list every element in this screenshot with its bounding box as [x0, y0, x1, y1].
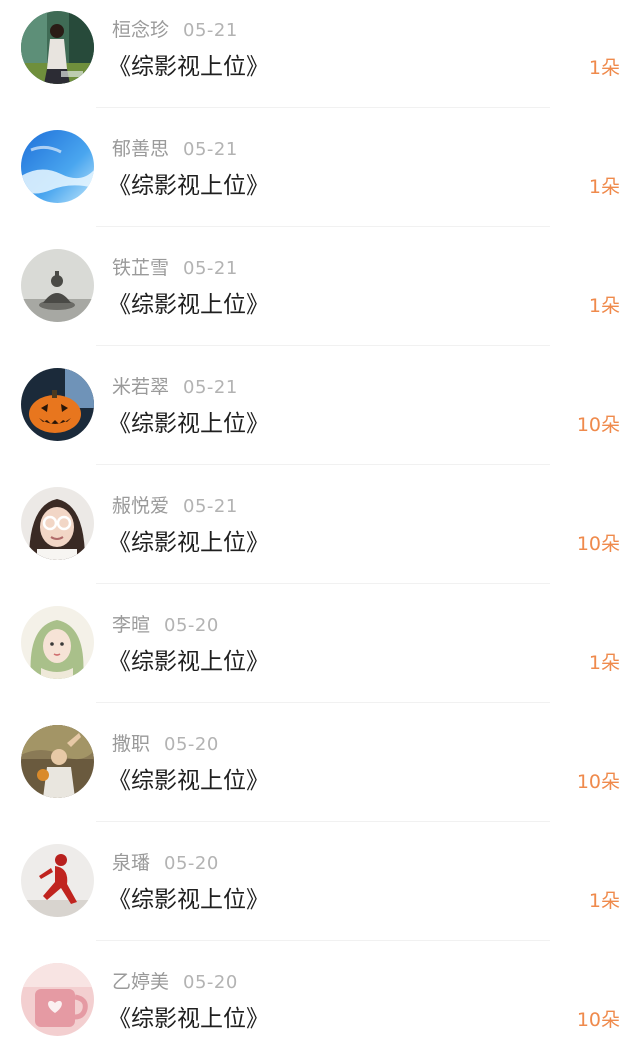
reward-list: 桓念珍 05-21 《综影视上位》 1朵 郁善思 05-21 《综影视上位》 1… [0, 0, 640, 1063]
flower-count: 1朵 [588, 176, 620, 198]
avatar[interactable] [21, 963, 94, 1036]
item-date: 05-21 [183, 377, 238, 398]
avatar-child-outdoor-icon [21, 725, 94, 798]
user-name[interactable]: 泉璠 [112, 852, 150, 874]
avatar[interactable] [21, 844, 94, 917]
item-date: 05-21 [183, 20, 238, 41]
list-item[interactable]: 李暄 05-20 《综影视上位》 1朵 [0, 595, 640, 714]
item-meta: 撒职 05-20 [112, 730, 219, 758]
book-title[interactable]: 《综影视上位》 [108, 526, 269, 560]
item-meta: 桓念珍 05-21 [112, 16, 238, 44]
item-date: 05-20 [164, 853, 219, 874]
divider [96, 702, 550, 703]
flower-count: 10朵 [576, 1009, 620, 1031]
user-name[interactable]: 铁芷雪 [112, 257, 169, 279]
item-meta: 乙婷美 05-20 [112, 968, 238, 996]
divider [96, 107, 550, 108]
avatar[interactable] [21, 130, 94, 203]
avatar[interactable] [21, 606, 94, 679]
flower-count: 10朵 [576, 414, 620, 436]
user-name[interactable]: 米若翠 [112, 376, 169, 398]
list-item[interactable]: 米若翠 05-21 《综影视上位》 10朵 [0, 357, 640, 476]
item-date: 05-20 [183, 972, 238, 993]
book-title[interactable]: 《综影视上位》 [108, 645, 269, 679]
avatar-pumpkin-icon [21, 368, 94, 441]
user-name[interactable]: 李暄 [112, 614, 150, 636]
item-meta: 泉璠 05-20 [112, 849, 219, 877]
list-item[interactable]: 桓念珍 05-21 《综影视上位》 1朵 [0, 0, 640, 119]
avatar-blue-sky-icon [21, 130, 94, 203]
item-date: 05-21 [183, 496, 238, 517]
user-name[interactable]: 撒职 [112, 733, 150, 755]
divider [96, 583, 550, 584]
flower-count: 1朵 [588, 652, 620, 674]
item-meta: 郁善思 05-21 [112, 135, 238, 163]
flower-count: 10朵 [576, 533, 620, 555]
user-name[interactable]: 乙婷美 [112, 971, 169, 993]
item-date: 05-20 [164, 615, 219, 636]
avatar[interactable] [21, 487, 94, 560]
avatar-buddha-statue-icon [21, 249, 94, 322]
list-item[interactable]: 撒职 05-20 《综影视上位》 10朵 [0, 714, 640, 833]
book-title[interactable]: 《综影视上位》 [108, 288, 269, 322]
user-name[interactable]: 郁善思 [112, 138, 169, 160]
book-title[interactable]: 《综影视上位》 [108, 764, 269, 798]
item-meta: 铁芷雪 05-21 [112, 254, 238, 282]
divider [96, 226, 550, 227]
divider [96, 464, 550, 465]
book-title[interactable]: 《综影视上位》 [108, 169, 269, 203]
item-meta: 李暄 05-20 [112, 611, 219, 639]
avatar[interactable] [21, 725, 94, 798]
avatar[interactable] [21, 11, 94, 84]
flower-count: 1朵 [588, 890, 620, 912]
divider [96, 821, 550, 822]
user-name[interactable]: 桓念珍 [112, 19, 169, 41]
book-title[interactable]: 《综影视上位》 [108, 883, 269, 917]
avatar-girl-glasses-icon [21, 487, 94, 560]
flower-count: 10朵 [576, 771, 620, 793]
item-meta: 米若翠 05-21 [112, 373, 238, 401]
divider [96, 940, 550, 941]
item-date: 05-21 [183, 258, 238, 279]
book-title[interactable]: 《综影视上位》 [108, 1002, 269, 1036]
list-item[interactable]: 赧悦爱 05-21 《综影视上位》 10朵 [0, 476, 640, 595]
avatar-green-hair-illustration-icon [21, 606, 94, 679]
flower-count: 1朵 [588, 295, 620, 317]
avatar[interactable] [21, 368, 94, 441]
list-item[interactable]: 铁芷雪 05-21 《综影视上位》 1朵 [0, 238, 640, 357]
item-date: 05-20 [164, 734, 219, 755]
list-item[interactable]: 郁善思 05-21 《综影视上位》 1朵 [0, 119, 640, 238]
book-title[interactable]: 《综影视上位》 [108, 407, 269, 441]
item-date: 05-21 [183, 139, 238, 160]
avatar-girl-photo-icon [21, 11, 94, 84]
list-item[interactable]: 泉璠 05-20 《综影视上位》 1朵 [0, 833, 640, 952]
item-meta: 赧悦爱 05-21 [112, 492, 238, 520]
divider [96, 345, 550, 346]
list-item[interactable]: 乙婷美 05-20 《综影视上位》 10朵 [0, 952, 640, 1063]
book-title[interactable]: 《综影视上位》 [108, 50, 269, 84]
flower-count: 1朵 [588, 57, 620, 79]
user-name[interactable]: 赧悦爱 [112, 495, 169, 517]
avatar-red-dancer-icon [21, 844, 94, 917]
avatar[interactable] [21, 249, 94, 322]
avatar-pink-mug-icon [21, 963, 94, 1036]
